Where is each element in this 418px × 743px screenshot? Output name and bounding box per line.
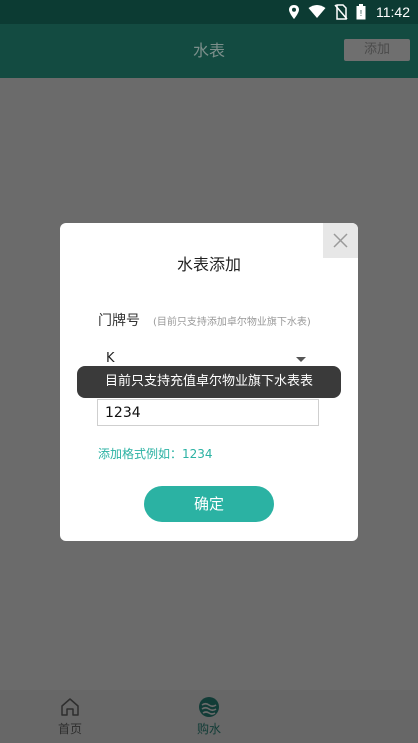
nav-label-home: 首页 (57, 722, 82, 736)
close-button[interactable] (323, 223, 358, 258)
door-number-hint: (目前只支持添加卓尔物业旗下水表) (153, 317, 311, 328)
dialog-title: 水表添加 (176, 255, 241, 274)
meter-number-value: 1234 (105, 405, 141, 421)
toast-message: 目前只支持充值卓尔物业旗下水表表 (77, 366, 341, 398)
app-bar: 水表 添加 (0, 24, 418, 78)
wifi-icon (308, 5, 326, 18)
door-number-label: 门牌号 (98, 313, 140, 329)
location-icon (289, 5, 299, 19)
battery-icon: ! (356, 4, 366, 20)
bottom-nav: 首页 购水 (0, 690, 418, 743)
nav-item-buy-water[interactable]: 购水 (179, 696, 239, 737)
home-icon (61, 698, 79, 716)
no-sim-icon (334, 4, 348, 20)
chevron-down-icon (296, 357, 306, 362)
confirm-button[interactable]: 确定 (144, 486, 274, 522)
close-icon (333, 233, 348, 248)
meter-number-input[interactable]: 1234 (97, 399, 319, 426)
status-time: 11:42 (376, 4, 410, 20)
water-icon (199, 697, 219, 717)
format-example: 添加格式例如：1234 (98, 447, 213, 461)
nav-item-home[interactable]: 首页 (40, 696, 100, 737)
status-icons: ! 11:42 (288, 3, 410, 21)
add-meter-button[interactable]: 添加 (344, 39, 410, 61)
status-bar: ! 11:42 (0, 0, 418, 24)
svg-text:!: ! (360, 9, 362, 18)
building-select-value: K (106, 351, 115, 366)
nav-label-buy-water: 购水 (196, 722, 221, 736)
